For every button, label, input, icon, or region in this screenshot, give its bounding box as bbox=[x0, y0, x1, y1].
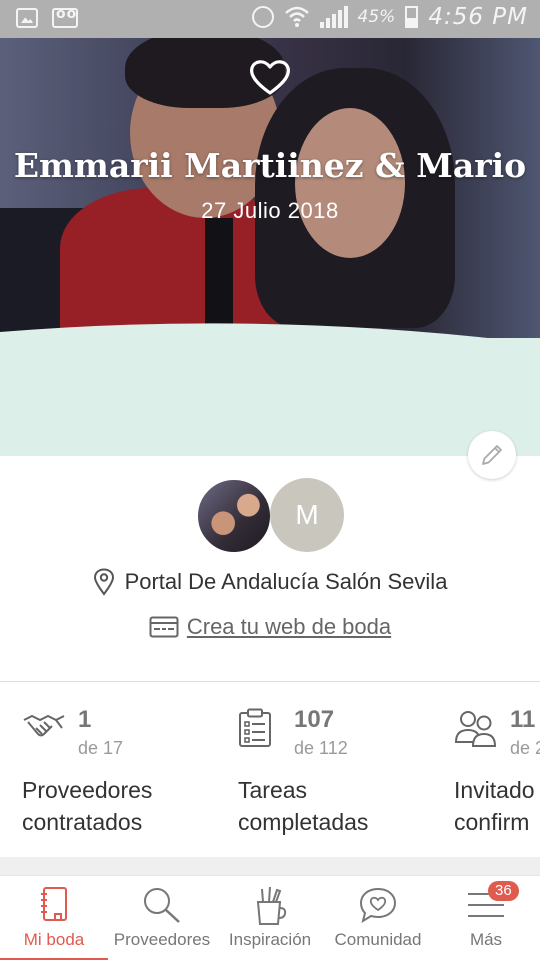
search-icon bbox=[144, 888, 180, 923]
handshake-icon bbox=[23, 714, 65, 737]
nav-item-inspiracion[interactable]: Inspiración bbox=[216, 876, 324, 960]
stat-tasks-label: Tareas completadas bbox=[238, 777, 369, 835]
hero-banner: Emmarii Martiinez & Mario 27 Julio 2018 bbox=[0, 38, 540, 456]
section-separator bbox=[0, 857, 540, 875]
battery-percent: 45% bbox=[357, 7, 396, 27]
nav-item-mi-boda[interactable]: Mi boda bbox=[0, 876, 108, 960]
edit-button[interactable] bbox=[468, 431, 516, 479]
stat-guests-total: de 2 bbox=[510, 738, 540, 758]
nav-item-mas[interactable]: 36 Más bbox=[432, 876, 540, 960]
edit-icon bbox=[482, 445, 502, 465]
couple-avatar-photo[interactable] bbox=[196, 478, 272, 554]
wedding-date: 27 Julio 2018 bbox=[201, 198, 339, 223]
browser-icon bbox=[149, 616, 179, 638]
stat-vendors-value: 1 bbox=[78, 706, 92, 733]
inspiration-icon bbox=[256, 886, 287, 925]
nav-label-comunidad: Comunidad bbox=[334, 930, 422, 949]
guests-icon bbox=[454, 711, 497, 747]
nav-label-mi-boda: Mi boda bbox=[23, 930, 85, 949]
notebook-icon bbox=[41, 887, 67, 921]
stat-guests-value: 11 bbox=[510, 706, 536, 733]
image-icon bbox=[16, 8, 38, 28]
nav-label-proveedores: Proveedores bbox=[113, 930, 211, 949]
voicemail-icon bbox=[52, 6, 78, 28]
stat-tasks-total: de 112 bbox=[294, 738, 348, 758]
partner-avatar[interactable]: M bbox=[270, 478, 344, 552]
location-pin-icon bbox=[93, 568, 114, 596]
stat-vendors-total: de 17 bbox=[78, 738, 124, 758]
bottom-navigation: Mi boda Proveedores Inspiración Comunida… bbox=[0, 875, 540, 960]
nav-label-inspiracion: Inspiración bbox=[228, 930, 312, 949]
notification-badge: 36 bbox=[488, 881, 519, 901]
create-website-row[interactable]: Crea tu web de boda bbox=[0, 614, 540, 640]
status-bar: 45% 4:56 PM bbox=[0, 0, 540, 38]
stat-guests-label: Invitado confirm bbox=[454, 777, 535, 835]
chat-heart-icon bbox=[359, 887, 397, 924]
signal-icon bbox=[319, 6, 348, 28]
venue-row[interactable]: Portal De Andalucía Salón Sevila bbox=[0, 568, 540, 596]
stat-vendors-label: Proveedores contratados bbox=[22, 777, 153, 835]
nav-item-comunidad[interactable]: Comunidad bbox=[324, 876, 432, 960]
battery-icon bbox=[405, 6, 419, 28]
hero-wave bbox=[0, 323, 540, 456]
wifi-icon bbox=[284, 6, 309, 27]
nav-label-mas: Más bbox=[469, 930, 503, 949]
section-divider bbox=[0, 681, 540, 682]
checklist-icon bbox=[239, 708, 271, 747]
clock: 4:56 PM bbox=[428, 4, 528, 30]
venue-name: Portal De Andalucía Salón Sevila bbox=[124, 569, 448, 594]
alarm-icon bbox=[251, 6, 274, 28]
create-website-link[interactable]: Crea tu web de boda bbox=[187, 614, 391, 640]
nav-item-proveedores[interactable]: Proveedores bbox=[108, 876, 216, 960]
couple-names-title: Emmarii Martiinez & Mario bbox=[13, 146, 527, 185]
heart-icon bbox=[250, 60, 290, 95]
stat-tasks-value: 107 bbox=[294, 706, 335, 733]
